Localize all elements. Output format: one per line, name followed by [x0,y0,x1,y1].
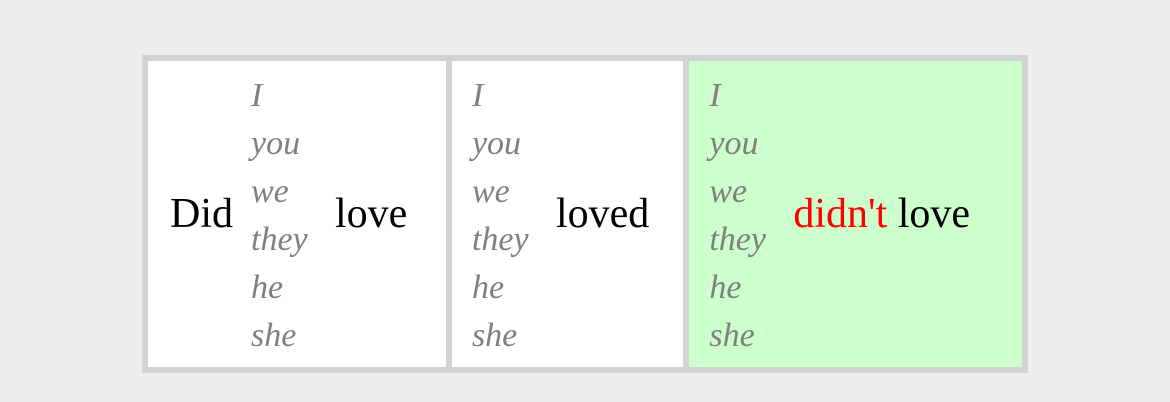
verb-base: love [897,191,971,237]
auxiliary-did: Did [170,191,233,237]
pronoun-we: we [709,173,748,210]
pronoun-we: we [251,173,289,210]
pronoun-she: she [251,317,297,354]
verb-past: loved [555,191,650,237]
pronoun-you: you [709,125,759,162]
pronoun-list: I you we they he she [251,72,335,360]
pronoun-i: I [471,77,484,114]
negative-phrase: didn't love [793,193,970,235]
pronoun-he: he [709,269,742,306]
verb-base: love [335,191,408,237]
pronoun-we: we [471,173,510,210]
pronoun-he: he [471,269,505,306]
pronoun-you: you [251,125,301,162]
pronoun-they: they [251,221,308,258]
pronoun-i: I [251,77,263,114]
pronoun-i: I [709,77,721,114]
pronoun-she: she [709,317,755,354]
negative-form-cell: I you we they he she didn't love [689,61,1023,367]
pronoun-they: they [471,221,529,258]
pronoun-they: they [709,221,766,258]
pronoun-list: I you we they he she [472,72,556,360]
question-form-cell: Did I you we they he she love [148,61,446,367]
conjugation-row: Did I you we they he she love I you we t… [148,61,1023,367]
pronoun-she: she [471,317,518,354]
pronoun-you: you [471,125,522,162]
pronoun-list: I you we they he she [709,72,793,360]
affirmative-form-cell: I you we they he she loved [451,61,684,367]
conjugation-table: Did I you we they he she love I you we t… [142,55,1028,373]
negation-didnt: didn't [793,191,888,237]
pronoun-he: he [251,269,284,306]
